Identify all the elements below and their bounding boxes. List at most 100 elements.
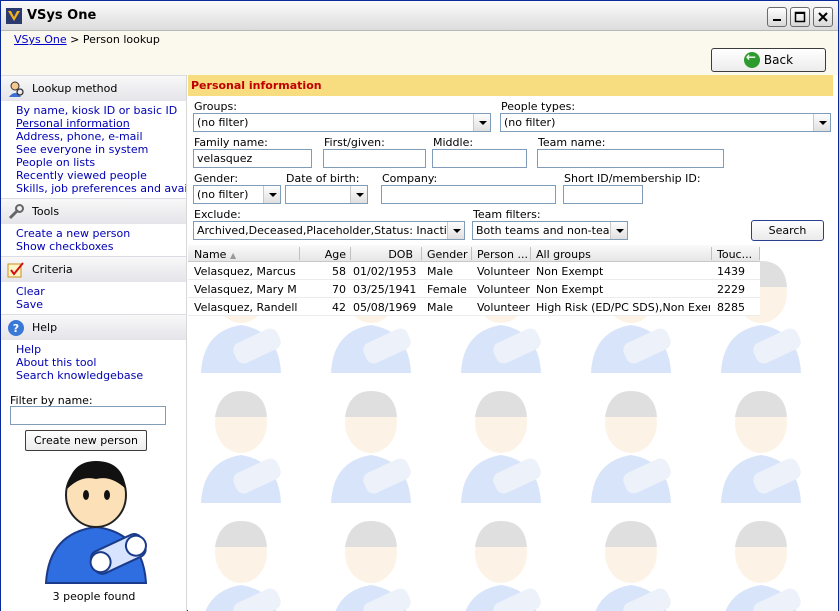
first-given-label: First/given: — [324, 136, 385, 149]
clear-criteria-link[interactable]: Clear — [16, 285, 186, 298]
chevron-down-icon[interactable] — [610, 222, 627, 239]
middle-input[interactable] — [432, 149, 527, 168]
criteria-header[interactable]: Criteria — [1, 256, 186, 282]
lookup-method-header[interactable]: Lookup method — [1, 75, 186, 101]
groups-select[interactable]: (no filter) — [193, 113, 491, 132]
people-types-select[interactable]: (no filter) — [500, 113, 831, 132]
column-header-age[interactable]: Age — [302, 248, 346, 261]
person-search-icon — [9, 81, 24, 97]
column-header-name-label: Name — [194, 248, 227, 261]
first-given-input[interactable] — [323, 149, 426, 168]
column-separator[interactable] — [421, 247, 422, 260]
sort-ascending-icon: ▲ — [229, 251, 237, 260]
help-link[interactable]: Help — [16, 343, 186, 356]
breadcrumb: VSys One > Person lookup — [14, 33, 160, 46]
left-panel: Lookup method By name, kiosk ID or basic… — [1, 75, 187, 611]
help-header[interactable]: ? Help — [1, 314, 186, 340]
lookup-recently-viewed-link[interactable]: Recently viewed people — [16, 169, 186, 182]
table-row[interactable]: Velasquez, Marcus D 58 01/02/1953 Male V… — [188, 262, 760, 280]
family-name-input[interactable]: velasquez — [193, 149, 312, 168]
short-id-label: Short ID/membership ID: — [564, 172, 701, 185]
create-new-person-button[interactable]: Create new person — [25, 430, 147, 451]
save-criteria-link[interactable]: Save — [16, 298, 186, 311]
cell-person-type: Volunteer — [477, 283, 530, 296]
column-separator[interactable] — [299, 247, 300, 260]
window-title: VSys One — [27, 8, 97, 23]
minimize-button[interactable] — [767, 7, 787, 27]
lookup-personal-information-link[interactable]: Personal information — [16, 117, 186, 130]
search-knowledgebase-link[interactable]: Search knowledgebase — [16, 369, 186, 382]
lookup-people-on-lists-link[interactable]: People on lists — [16, 156, 186, 169]
cell-name: Velasquez, Marcus D — [194, 265, 298, 278]
chevron-down-icon[interactable] — [473, 114, 490, 131]
about-tool-link[interactable]: About this tool — [16, 356, 186, 369]
table-row[interactable]: Velasquez, Mary M 70 03/25/1941 Female V… — [188, 280, 760, 298]
help-icon: ? — [8, 320, 24, 336]
cell-name: Velasquez, Mary M — [194, 283, 297, 296]
person-binoculars-icon — [44, 461, 148, 584]
criteria-list: Clear Save — [1, 282, 186, 314]
exclude-label: Exclude: — [194, 208, 241, 221]
people-types-label: People types: — [501, 100, 576, 113]
column-separator[interactable] — [711, 247, 712, 260]
tools-header[interactable]: Tools — [1, 198, 186, 224]
family-name-label: Family name: — [194, 136, 268, 149]
column-header-name[interactable]: Name ▲ — [194, 248, 236, 261]
chevron-down-icon[interactable] — [447, 222, 464, 239]
chevron-down-icon[interactable] — [350, 186, 367, 203]
maximize-button[interactable] — [790, 7, 810, 27]
column-separator[interactable] — [350, 247, 351, 260]
app-window: VSys One VSys One > Person lookup Back L… — [0, 0, 839, 611]
help-title: Help — [32, 321, 58, 334]
people-found-count: 3 people found — [52, 590, 136, 603]
lookup-by-name-link[interactable]: By name, kiosk ID or basic ID — [16, 104, 186, 117]
table-row[interactable]: Velasquez, Randell M 42 05/08/1969 Male … — [188, 298, 760, 316]
close-button[interactable] — [813, 7, 833, 27]
exclude-select[interactable]: Archived,Deceased,Placeholder,Status: In… — [193, 221, 465, 240]
create-new-person-link[interactable]: Create a new person — [16, 227, 186, 240]
cell-gender: Female — [427, 283, 467, 296]
personal-information-header: Personal information — [188, 75, 833, 96]
column-separator[interactable] — [471, 247, 472, 260]
team-filters-select[interactable]: Both teams and non-teams — [472, 221, 628, 240]
lookup-see-everyone-link[interactable]: See everyone in system — [16, 143, 186, 156]
middle-label: Middle: — [433, 136, 474, 149]
personal-information-title: Personal information — [191, 79, 322, 92]
cell-all-groups: Non Exempt — [536, 283, 604, 296]
cell-age: 58 — [332, 265, 346, 278]
column-separator[interactable] — [759, 247, 760, 260]
gender-select[interactable]: (no filter) — [193, 185, 281, 204]
chevron-down-icon[interactable] — [263, 186, 280, 203]
chevron-down-icon[interactable] — [813, 114, 830, 131]
breadcrumb-current: Person lookup — [82, 33, 160, 46]
svg-text:?: ? — [13, 322, 19, 335]
gender-label: Gender: — [194, 172, 239, 185]
team-name-input[interactable] — [537, 149, 724, 168]
cell-touch: 8285 — [717, 301, 745, 314]
column-header-touch[interactable]: Touc... — [717, 248, 752, 261]
lookup-address-phone-link[interactable]: Address, phone, e-mail — [16, 130, 186, 143]
show-checkboxes-link[interactable]: Show checkboxes — [16, 240, 186, 253]
breadcrumb-root-link[interactable]: VSys One — [14, 33, 67, 46]
column-header-person-type[interactable]: Person ... — [477, 248, 528, 261]
back-button[interactable]: Back — [711, 48, 826, 72]
lookup-method-list: By name, kiosk ID or basic ID Personal i… — [1, 101, 186, 198]
minimize-icon — [773, 19, 781, 21]
column-header-all-groups[interactable]: All groups — [536, 248, 591, 261]
column-header-gender[interactable]: Gender — [427, 248, 468, 261]
back-button-label: Back — [763, 53, 794, 67]
wrench-icon — [8, 204, 24, 220]
date-of-birth-picker[interactable] — [285, 185, 368, 204]
lookup-skills-link[interactable]: Skills, job preferences and availa... — [16, 182, 186, 195]
cell-touch: 1439 — [717, 265, 745, 278]
company-input[interactable] — [381, 185, 556, 204]
column-separator[interactable] — [530, 247, 531, 260]
exclude-select-value: Archived,Deceased,Placeholder,Status: In… — [197, 224, 465, 237]
filter-by-name-input[interactable] — [10, 406, 166, 425]
cell-dob: 05/08/1969 — [353, 301, 416, 314]
column-header-dob[interactable]: DOB — [353, 248, 413, 261]
search-button[interactable]: Search — [751, 220, 824, 241]
title-bar[interactable]: VSys One — [1, 1, 838, 31]
short-id-input[interactable] — [563, 185, 643, 204]
criteria-title: Criteria — [32, 263, 73, 276]
